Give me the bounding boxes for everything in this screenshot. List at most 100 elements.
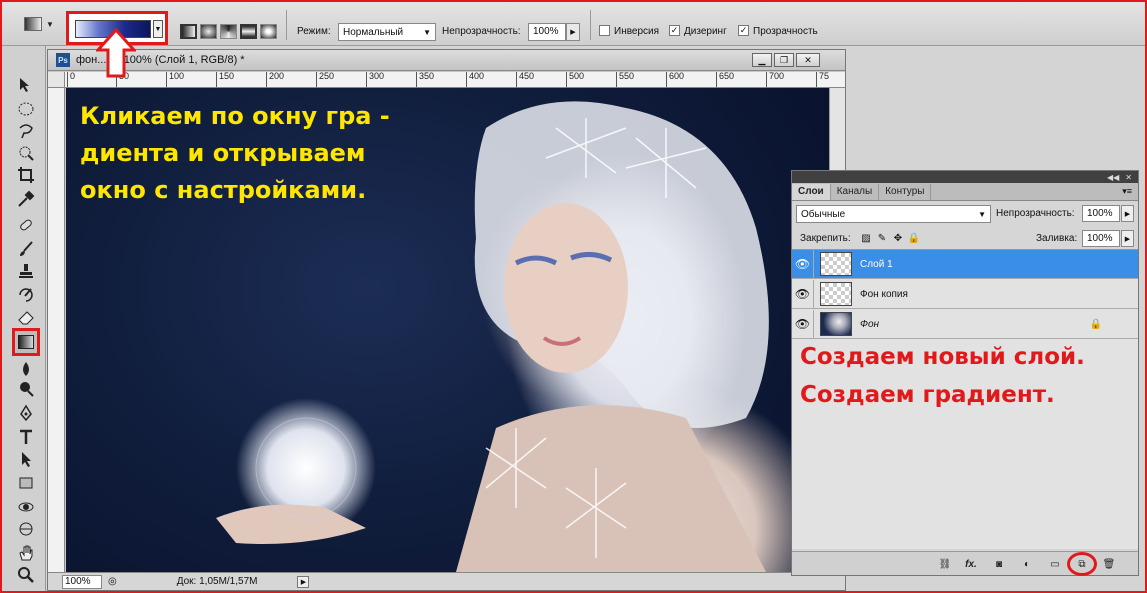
rectangle-tool-icon[interactable] bbox=[14, 472, 38, 494]
close-button[interactable]: ✕ bbox=[796, 53, 820, 67]
opacity-arrow-icon[interactable]: ▶ bbox=[1121, 205, 1134, 222]
transparency-checkbox[interactable]: ✓ bbox=[738, 25, 749, 36]
ruler-tick: 550 bbox=[616, 72, 634, 87]
lock-pixels-icon[interactable]: ✎ bbox=[876, 232, 888, 244]
inverse-checkbox[interactable] bbox=[599, 25, 610, 36]
panel-menu-icon[interactable]: ▾≡ bbox=[1122, 186, 1132, 197]
eyedropper-tool-icon[interactable] bbox=[14, 188, 38, 210]
ruler-tick: 700 bbox=[766, 72, 784, 87]
mode-select[interactable]: Нормальный ▼ bbox=[338, 23, 436, 41]
ruler-tick: 400 bbox=[466, 72, 484, 87]
red-annotation-text: Создаем новый слой. Создаем градиент. bbox=[800, 344, 1085, 408]
eraser-tool-icon[interactable] bbox=[14, 306, 38, 328]
status-bar: 100% ◎ Док: 1,05M/1,57M ▶ bbox=[48, 572, 845, 590]
link-layers-icon[interactable]: ⛓ bbox=[938, 557, 952, 571]
inverse-label: Инверсия bbox=[614, 26, 660, 37]
fill-input[interactable]: 100% bbox=[1082, 230, 1120, 247]
layer-name: Фон копия bbox=[860, 288, 908, 300]
gradient-dropdown-arrow-icon[interactable]: ▼ bbox=[153, 20, 163, 38]
lock-all-icon[interactable]: 🔒 bbox=[908, 232, 920, 244]
fill-label: Заливка: bbox=[1036, 233, 1078, 244]
quick-selection-tool-icon[interactable] bbox=[14, 142, 38, 164]
ruler-tick: 200 bbox=[266, 72, 284, 87]
chevron-down-icon: ▼ bbox=[46, 19, 54, 29]
ruler-tick: 650 bbox=[716, 72, 734, 87]
maximize-button[interactable]: ❐ bbox=[774, 53, 794, 67]
status-arrow-icon[interactable]: ▶ bbox=[297, 575, 310, 588]
move-tool-icon[interactable] bbox=[14, 74, 38, 96]
zoom-field[interactable]: 100% bbox=[62, 574, 102, 589]
close-panel-icon[interactable]: ✕ bbox=[1125, 173, 1132, 182]
layer-row[interactable]: 👁 Слой 1 bbox=[792, 249, 1138, 279]
dither-checkbox[interactable]: ✓ bbox=[669, 25, 680, 36]
ruler-tick: 450 bbox=[516, 72, 534, 87]
layer-row[interactable]: 👁 Фон копия bbox=[792, 279, 1138, 309]
fx-icon[interactable]: fx. bbox=[964, 557, 978, 571]
gradient-tool-icon bbox=[24, 17, 42, 31]
layer-row[interactable]: 👁 Фон 🔒 bbox=[792, 309, 1138, 339]
tab-channels[interactable]: Каналы bbox=[831, 184, 880, 200]
path-selection-tool-icon[interactable] bbox=[14, 448, 38, 470]
trash-icon[interactable]: 🗑 bbox=[1102, 557, 1116, 571]
pen-tool-icon[interactable] bbox=[14, 402, 38, 424]
add-mask-icon[interactable]: ◙ bbox=[992, 557, 1006, 571]
collapse-icon[interactable]: ◀◀ bbox=[1107, 173, 1119, 182]
hand-tool-icon[interactable] bbox=[14, 542, 38, 564]
options-bar: ▼ ▼ Режим: Нормальный ▼ Непрозрачность: … bbox=[2, 2, 1145, 78]
ruler-tick: 75 bbox=[816, 72, 829, 87]
gradient-tool-button[interactable] bbox=[12, 328, 40, 356]
tool-preset-picker[interactable]: ▼ bbox=[24, 2, 54, 46]
reflected-gradient-button[interactable] bbox=[240, 24, 257, 39]
vertical-ruler[interactable] bbox=[48, 88, 65, 572]
lock-transparency-icon[interactable]: ▨ bbox=[860, 232, 872, 244]
eye-icon[interactable]: 👁 bbox=[792, 279, 814, 309]
new-group-icon[interactable]: ▭ bbox=[1048, 557, 1062, 571]
layer-opacity-label: Непрозрачность: bbox=[996, 208, 1075, 219]
layer-thumbnail bbox=[820, 282, 852, 306]
ruler-tick: 100 bbox=[166, 72, 184, 87]
status-menu-icon[interactable]: ◎ bbox=[108, 576, 117, 587]
document-info: Док: 1,05M/1,57M bbox=[176, 576, 258, 587]
separator bbox=[590, 10, 591, 40]
diamond-gradient-button[interactable] bbox=[260, 24, 277, 39]
zoom-tool-icon[interactable] bbox=[14, 564, 38, 586]
horizontal-ruler[interactable]: 0 50 100 150 200 250 300 350 400 450 500… bbox=[65, 72, 845, 88]
ruler-corner[interactable] bbox=[48, 72, 65, 88]
lock-position-icon[interactable]: ✥ bbox=[892, 232, 904, 244]
3d-rotate-tool-icon[interactable] bbox=[14, 496, 38, 518]
document-title-bar[interactable]: Ps фон... @ 100% (Слой 1, RGB/8) * ▁ ❐ ✕ bbox=[48, 50, 845, 71]
opacity-label: Непрозрачность: bbox=[442, 26, 521, 37]
blend-mode-select[interactable]: Обычные ▼ bbox=[796, 205, 991, 223]
marquee-tool-icon[interactable] bbox=[14, 98, 38, 120]
blend-mode-value: Обычные bbox=[801, 208, 846, 220]
tab-paths[interactable]: Контуры bbox=[879, 184, 932, 200]
layers-panel-footer: ⛓ fx. ◙ ◐ ▭ ⧉ 🗑 bbox=[792, 551, 1138, 576]
yellow-annotation-text: Кликаем по окну гра - диента и открываем… bbox=[80, 102, 390, 204]
opacity-slider-arrow-icon[interactable]: ▶ bbox=[566, 23, 580, 41]
history-brush-tool-icon[interactable] bbox=[14, 284, 38, 306]
brush-tool-icon[interactable] bbox=[14, 238, 38, 260]
adjustment-layer-icon[interactable]: ◐ bbox=[1020, 557, 1034, 571]
tab-layers[interactable]: Слои bbox=[792, 184, 831, 200]
crop-tool-icon[interactable] bbox=[14, 164, 38, 186]
blur-tool-icon[interactable] bbox=[14, 358, 38, 380]
layer-opacity-input[interactable]: 100% bbox=[1082, 205, 1120, 222]
lasso-tool-icon[interactable] bbox=[14, 120, 38, 142]
ps-logo-icon: Ps bbox=[56, 53, 70, 67]
type-tool-icon[interactable] bbox=[14, 426, 38, 448]
chevron-down-icon: ▼ bbox=[423, 27, 431, 37]
eye-icon[interactable]: 👁 bbox=[792, 309, 814, 339]
dodge-tool-icon[interactable] bbox=[14, 378, 38, 400]
minimize-button[interactable]: ▁ bbox=[752, 53, 772, 67]
healing-brush-tool-icon[interactable] bbox=[14, 214, 38, 236]
lock-label: Закрепить: bbox=[800, 233, 851, 244]
fill-arrow-icon[interactable]: ▶ bbox=[1121, 230, 1134, 247]
3d-orbit-tool-icon[interactable] bbox=[14, 518, 38, 540]
linear-gradient-button[interactable] bbox=[180, 24, 197, 39]
eye-icon[interactable]: 👁 bbox=[792, 249, 814, 279]
opacity-input[interactable]: 100% bbox=[528, 23, 566, 41]
separator bbox=[286, 10, 287, 40]
clone-stamp-tool-icon[interactable] bbox=[14, 260, 38, 282]
angle-gradient-button[interactable] bbox=[220, 24, 237, 39]
radial-gradient-button[interactable] bbox=[200, 24, 217, 39]
